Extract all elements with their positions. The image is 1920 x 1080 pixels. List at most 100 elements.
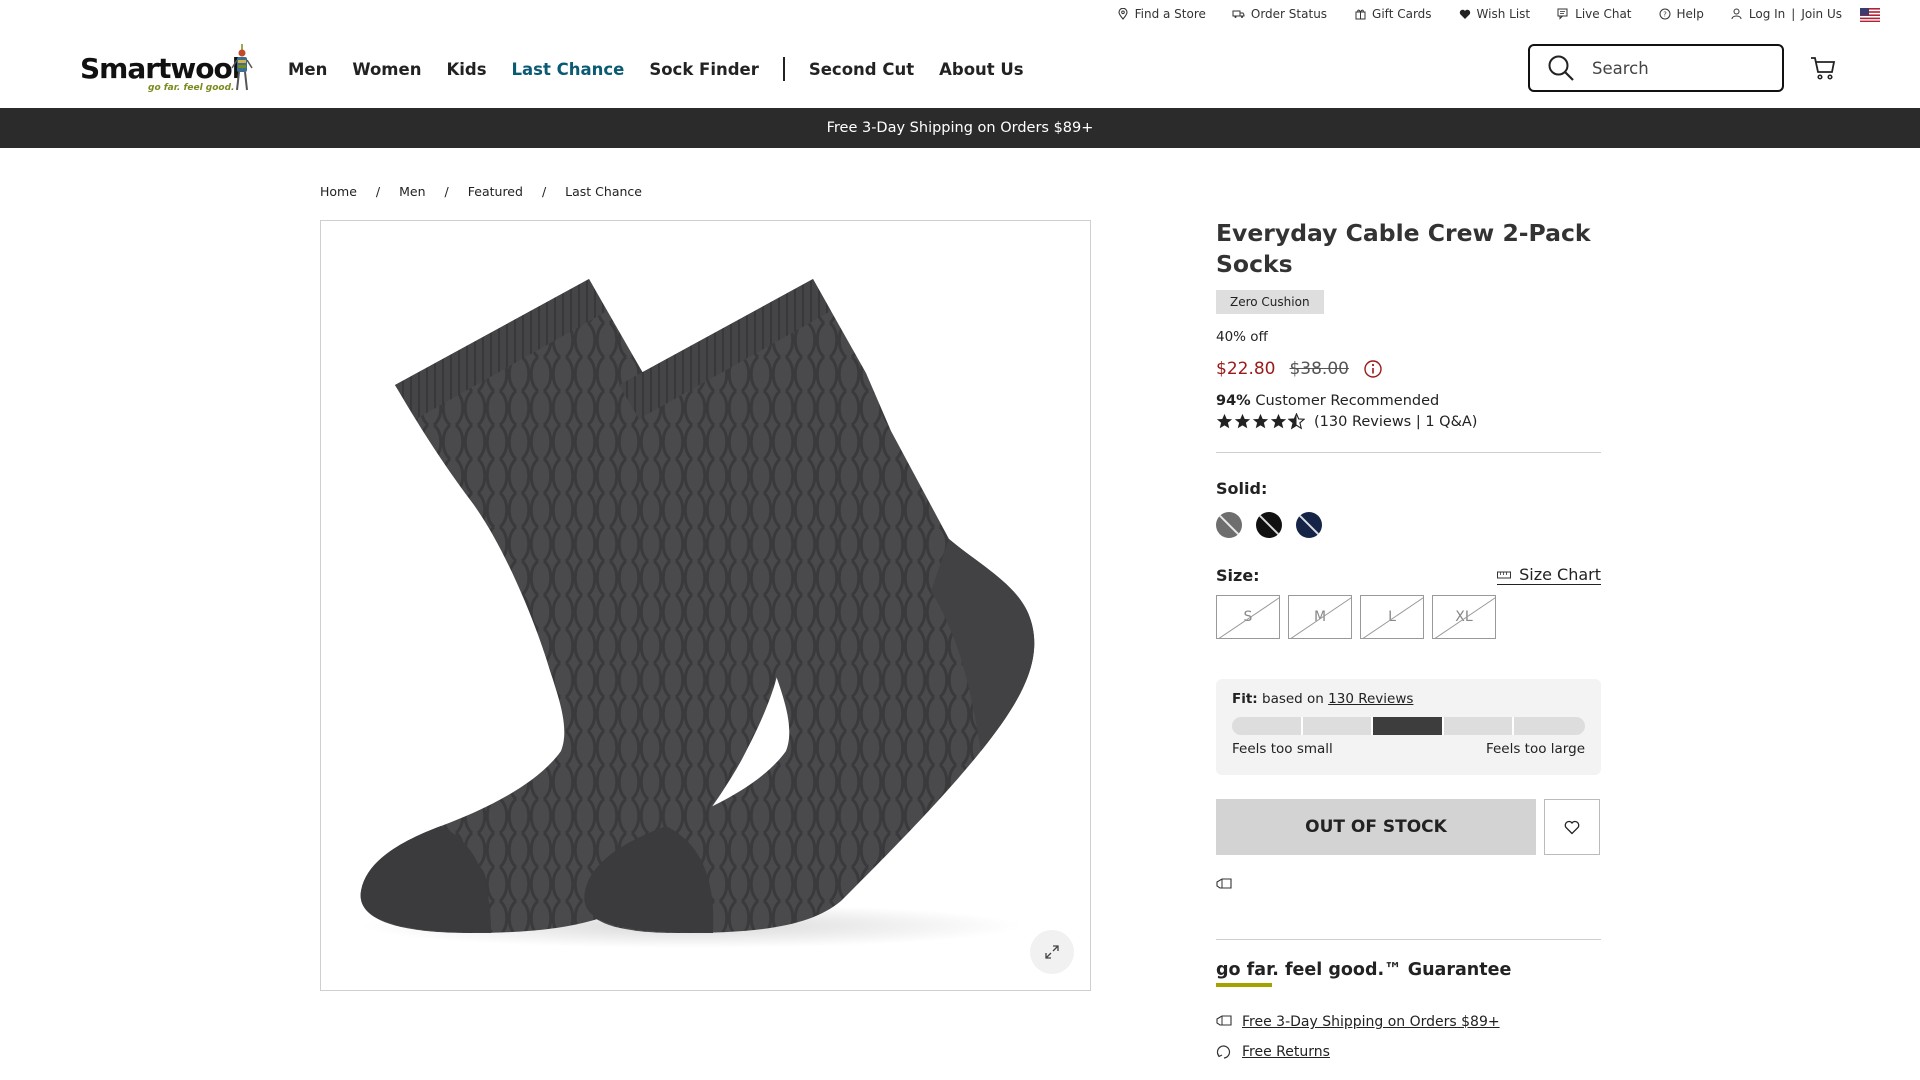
utility-links: Find a Store Order Status Gift Cards Wis… [1090,7,1842,21]
out-of-stock-button[interactable]: OUT OF STOCK [1216,799,1536,855]
heart-icon [1458,7,1472,21]
gift-cards-link[interactable]: Gift Cards [1353,7,1432,21]
location-pin-icon [1116,7,1130,21]
site-header: Smartwool go far. feel good. Men Women K… [0,30,1920,108]
free-returns-label: Free Returns [1242,1044,1330,1060]
truck-icon [1232,7,1246,21]
size-chart-label: Size Chart [1519,565,1601,584]
log-in-link[interactable]: Log In [1730,7,1785,21]
gift-icon [1353,7,1367,21]
fit-label: Fit: [1232,691,1258,707]
guarantee-title: go far. feel good.™ Guarantee [1216,960,1512,980]
svg-text:?: ? [1663,11,1667,19]
user-icon [1730,7,1744,21]
socks-illustration [360,279,1035,948]
main-nav: Men Women Kids Last Chance Sock Finder S… [288,57,1049,81]
expand-image-button[interactable] [1030,930,1074,974]
join-us-link[interactable]: Join Us [1801,7,1842,21]
add-to-wishlist-button[interactable] [1544,799,1600,855]
free-shipping-label: Free 3-Day Shipping on Orders $89+ [1242,1014,1500,1030]
rating-row[interactable]: (130 Reviews | 1 Q&A) [1216,413,1601,430]
fit-segment [1444,717,1515,735]
price-info-icon[interactable] [1363,359,1383,379]
nav-women[interactable]: Women [352,60,421,79]
star-icon [1216,413,1233,429]
logo-tagline: go far. feel good. [148,83,235,93]
search-input[interactable] [1592,58,1742,78]
search-icon [1546,53,1576,83]
fit-segment [1303,717,1374,735]
half-star-icon [1288,413,1305,430]
swatch-black[interactable] [1256,512,1282,538]
nav-kids[interactable]: Kids [446,60,486,79]
size-l-button[interactable]: L [1360,595,1424,639]
star-icon [1252,413,1269,429]
logo-wordmark: Smartwool [80,52,241,85]
size-header: Size: Size Chart [1216,565,1601,585]
wish-list-link[interactable]: Wish List [1458,7,1530,21]
order-status-label: Order Status [1250,7,1328,21]
star-icon [1270,413,1287,429]
fit-panel: Fit: based on 130 Reviews Feels too smal… [1216,679,1601,775]
fit-based-on: based on [1262,691,1324,707]
swatch-navy[interactable] [1296,512,1322,538]
us-flag-icon[interactable] [1860,8,1880,22]
search-box[interactable] [1528,44,1784,92]
recommended-percent: 94% [1216,393,1251,409]
size-xl-button[interactable]: XL [1432,595,1496,639]
utility-separator: | [1791,7,1796,21]
size-options: S M L XL [1216,595,1601,639]
divider [1216,452,1601,453]
smartwool-logo[interactable]: Smartwool go far. feel good. [78,42,258,94]
fit-segment [1514,717,1585,735]
price-row: $22.80 $38.00 [1216,359,1601,379]
find-a-store-label: Find a Store [1134,7,1206,21]
product-title: Everyday Cable Crew 2-Pack Socks [1216,219,1591,278]
breadcrumb-featured[interactable]: Featured [468,184,523,199]
sale-price: $22.80 [1216,359,1276,379]
nav-last-chance[interactable]: Last Chance [512,60,625,79]
size-s-button[interactable]: S [1216,595,1280,639]
star-icon [1234,413,1251,429]
log-in-label: Log In [1748,7,1786,21]
fit-title: Fit: based on 130 Reviews [1232,691,1585,707]
order-status-link[interactable]: Order Status [1232,7,1327,21]
help-link[interactable]: ? Help [1658,7,1704,21]
breadcrumb: Home / Men / Featured / Last Chance [320,184,642,199]
product-image[interactable] [320,220,1091,991]
nav-about-us[interactable]: About Us [939,60,1024,79]
find-a-store-link[interactable]: Find a Store [1116,7,1206,21]
size-m-button[interactable]: M [1288,595,1352,639]
promo-banner[interactable]: Free 3-Day Shipping on Orders $89+ [0,108,1920,148]
nav-sock-finder[interactable]: Sock Finder [649,60,759,79]
fit-meter [1232,717,1585,735]
nav-men[interactable]: Men [288,60,327,79]
fit-segment [1373,717,1444,735]
chat-icon [1556,7,1570,21]
free-returns-link[interactable]: Free Returns [1216,1044,1601,1060]
help-label: Help [1676,7,1704,21]
breadcrumb-separator: / [541,184,547,199]
expand-icon [1045,945,1059,959]
customer-recommended: 94% Customer Recommended [1216,393,1601,409]
nav-divider [782,57,785,81]
breadcrumb-men[interactable]: Men [399,184,425,199]
discount-label: 40% off [1216,329,1268,345]
shipping-box-icon [1216,1014,1234,1030]
help-icon: ? [1658,7,1672,21]
guarantee-underline [1216,983,1272,987]
cart-icon[interactable] [1810,55,1836,81]
shipping-box-icon [1216,878,1232,889]
free-shipping-link[interactable]: Free 3-Day Shipping on Orders $89+ [1216,1014,1601,1030]
original-price: $38.00 [1289,359,1349,379]
nav-second-cut[interactable]: Second Cut [809,60,914,79]
fit-right-label: Feels too large [1485,741,1585,757]
size-chart-link[interactable]: Size Chart [1497,565,1601,585]
divider [1216,939,1601,940]
fit-reviews-link[interactable]: 130 Reviews [1328,691,1413,707]
swatch-gray[interactable] [1216,512,1242,538]
reviews-count[interactable]: (130 Reviews | 1 Q&A) [1314,414,1477,430]
breadcrumb-last-chance[interactable]: Last Chance [565,184,642,199]
live-chat-link[interactable]: Live Chat [1556,7,1632,21]
breadcrumb-home[interactable]: Home [320,184,357,199]
